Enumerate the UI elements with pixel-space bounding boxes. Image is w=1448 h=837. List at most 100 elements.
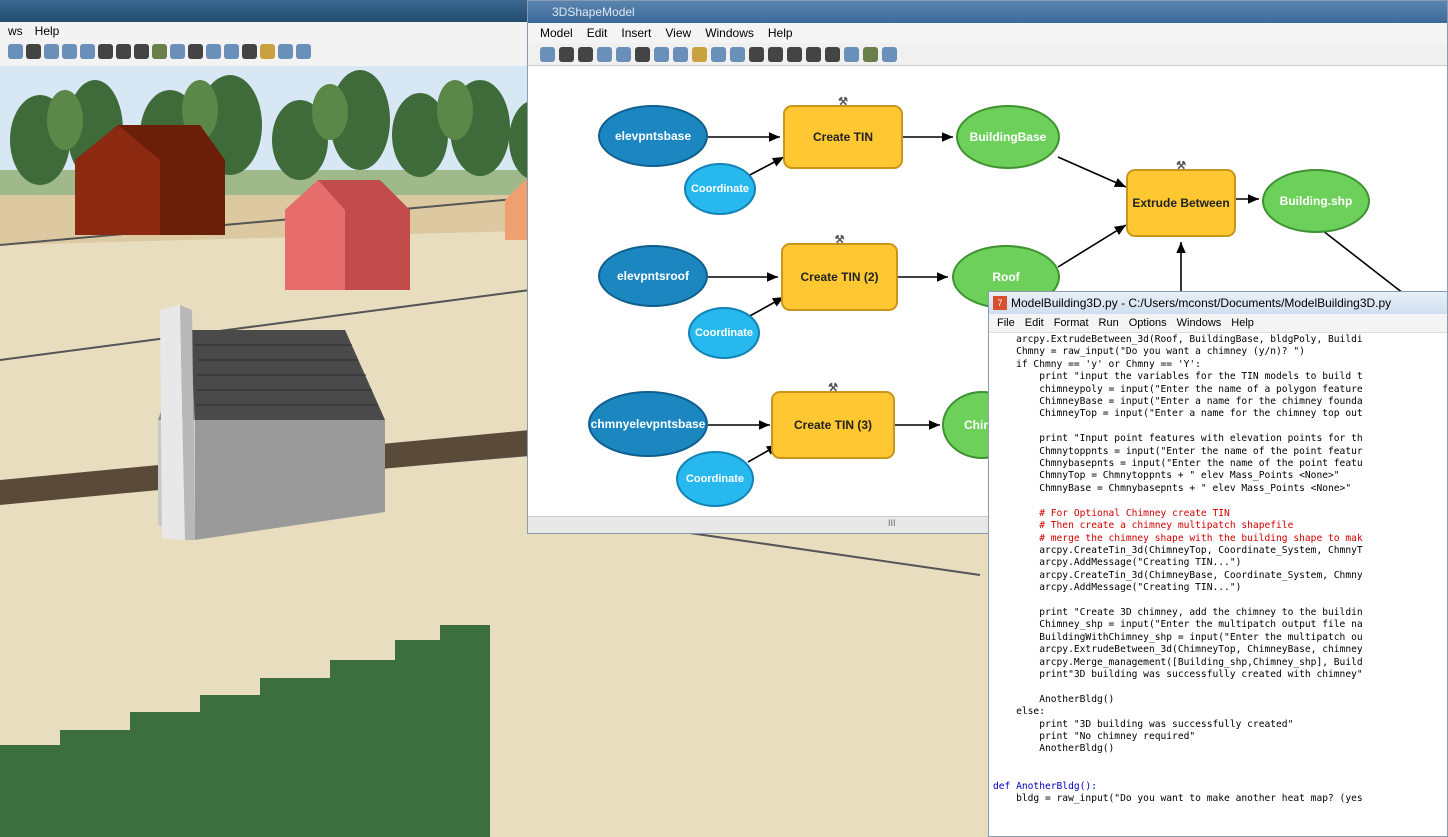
menu-insert[interactable]: Insert — [621, 23, 651, 43]
code-line: ChmnyTop = Chmnytoppnts + " elev Mass_Po… — [993, 470, 1340, 482]
code-line: # For Optional Chimney create TIN — [993, 507, 1230, 519]
copy-icon[interactable] — [597, 46, 612, 62]
fly-icon[interactable] — [26, 44, 41, 59]
print-icon[interactable] — [559, 46, 574, 62]
menu-run[interactable]: Run — [1099, 314, 1119, 332]
scene-menu-windows[interactable]: ws — [8, 24, 23, 38]
delete-icon[interactable] — [635, 46, 650, 62]
window-icon[interactable] — [278, 44, 293, 59]
menu-windows[interactable]: Windows — [705, 23, 754, 43]
menu-format[interactable]: Format — [1054, 314, 1089, 332]
zoom-target-icon[interactable] — [62, 44, 77, 59]
scene-toolbar-area: ws Help — [0, 0, 540, 66]
tool-create-tin-2[interactable]: ⚒ Create TIN (2) — [781, 234, 898, 311]
tool-create-tin[interactable]: ⚒ Create TIN — [783, 96, 903, 169]
zoom-out-icon[interactable] — [116, 44, 131, 59]
hammer-icon: ⚒ — [1176, 160, 1186, 172]
run-icon[interactable] — [882, 46, 897, 62]
menu-file[interactable]: File — [997, 314, 1015, 332]
input-elevpntsroof[interactable]: elevpntsroof — [598, 245, 708, 307]
code-line: print "No chimney required" — [993, 731, 1196, 742]
fixed-zoom-out-icon[interactable] — [768, 46, 783, 62]
code-line: Chimney_shp = input("Enter the multipatc… — [993, 619, 1363, 631]
navigate-icon[interactable] — [8, 44, 23, 59]
identify-icon[interactable] — [206, 44, 221, 59]
input-coordinate-1[interactable]: Coordinate — [684, 163, 756, 215]
output-buildingbase[interactable]: BuildingBase — [956, 105, 1060, 169]
code-line: arcpy.Merge_management([Building_shp,Chi… — [993, 656, 1363, 668]
undo-icon[interactable] — [654, 46, 669, 62]
target-icon[interactable] — [44, 44, 59, 59]
scene-titlebar — [0, 0, 540, 22]
menu-help[interactable]: Help — [1231, 314, 1254, 332]
paste-icon[interactable] — [616, 46, 631, 62]
layer-tool-icon[interactable] — [170, 44, 185, 59]
globe-icon[interactable] — [296, 44, 311, 59]
add-data-icon[interactable] — [692, 46, 707, 62]
scene-menu-help[interactable]: Help — [35, 24, 60, 38]
model-window-title: 3DShapeModel — [552, 5, 635, 19]
code-line: ChmnyBase = Chmnybasepnts + " elev Mass_… — [993, 482, 1352, 494]
validate-icon[interactable] — [863, 46, 878, 62]
code-line: arcpy.AddMessage("Creating TIN...") — [993, 582, 1242, 594]
fixed-zoom-in-icon[interactable] — [749, 46, 764, 62]
menu-model[interactable]: Model — [540, 23, 573, 43]
hammer-icon: ⚒ — [838, 96, 848, 108]
code-line: print"3D building was successfully creat… — [993, 668, 1363, 680]
hammer-icon: ⚒ — [828, 382, 838, 394]
input-coordinate-2[interactable]: Coordinate — [688, 307, 760, 359]
save-icon[interactable] — [540, 46, 555, 62]
code-line: arcpy.CreateTin_3d(ChimneyBase, Coordina… — [993, 569, 1363, 581]
hammer-icon: ⚒ — [834, 234, 845, 246]
pan-icon[interactable] — [134, 44, 149, 59]
model-titlebar: 3DShapeModel — [528, 1, 1447, 23]
tool-create-tin-3[interactable]: ⚒ Create TIN (3) — [771, 382, 895, 459]
code-line: ChimneyBase = input("Enter a name for th… — [993, 396, 1363, 408]
tool-create-tin-3-label: Create TIN (3) — [793, 418, 873, 432]
cut-icon[interactable] — [578, 46, 593, 62]
code-line: print "3D building was successfully crea… — [993, 718, 1294, 730]
code-line: Chmnytoppnts = input("Enter the name of … — [993, 445, 1363, 457]
menu-help[interactable]: Help — [768, 23, 793, 43]
connect-icon[interactable] — [844, 46, 859, 62]
menu-windows[interactable]: Windows — [1177, 314, 1222, 332]
code-line: BuildingWithChimney_shp = input("Enter t… — [993, 631, 1363, 643]
redo-icon[interactable] — [673, 46, 688, 62]
input-coordinate-3[interactable]: Coordinate — [676, 451, 754, 507]
code-line: # Then create a chimney multipatch shape… — [993, 520, 1294, 532]
center-target-icon[interactable] — [80, 44, 95, 59]
code-line: def AnotherBldg(): — [993, 780, 1097, 792]
pan-icon[interactable] — [806, 46, 821, 62]
menu-edit[interactable]: Edit — [587, 23, 608, 43]
zoom-in-icon[interactable] — [98, 44, 113, 59]
full-extent-icon[interactable] — [730, 46, 745, 62]
output-building-shp[interactable]: Building.shp — [1262, 169, 1370, 233]
auto-layout-icon[interactable] — [711, 46, 726, 62]
code-line: arcpy.ExtrudeBetween_3d(ChimneyTop, Chim… — [993, 644, 1363, 656]
select-icon[interactable] — [825, 46, 840, 62]
menu-edit[interactable]: Edit — [1025, 314, 1044, 332]
menu-view[interactable]: View — [665, 23, 691, 43]
editor-titlebar: 7 ModelBuilding3D.py - C:/Users/mconst/D… — [989, 292, 1447, 314]
code-line: arcpy.CreateTin_3d(ChimneyTop, Coordinat… — [993, 544, 1363, 556]
input-chmnyelevpntsbase[interactable]: chmnyelevpntsbase — [588, 391, 708, 457]
measure-icon[interactable] — [260, 44, 275, 59]
menu-options[interactable]: Options — [1129, 314, 1167, 332]
code-editor[interactable]: arcpy.ExtrudeBetween_3d(Roof, BuildingBa… — [989, 334, 1448, 836]
tool-create-tin-2-label: Create TIN (2) — [800, 270, 879, 284]
full-extent-icon[interactable] — [152, 44, 167, 59]
code-line: Chmny = raw_input("Do you want a chimney… — [993, 346, 1305, 358]
find-icon[interactable] — [242, 44, 257, 59]
python-editor-window[interactable]: 7 ModelBuilding3D.py - C:/Users/mconst/D… — [988, 291, 1448, 837]
tool-extrude-between[interactable]: ⚒ Extrude Between — [1126, 160, 1236, 237]
input-elevpntsbase[interactable]: elevpntsbase — [598, 105, 708, 167]
code-line: AnotherBldg() — [993, 693, 1115, 705]
zoom-icon[interactable] — [787, 46, 802, 62]
horizontal-scrollbar[interactable]: III — [528, 516, 988, 533]
select-arrow-icon[interactable] — [188, 44, 203, 59]
view-icon[interactable] — [224, 44, 239, 59]
scene-tools — [8, 44, 311, 59]
